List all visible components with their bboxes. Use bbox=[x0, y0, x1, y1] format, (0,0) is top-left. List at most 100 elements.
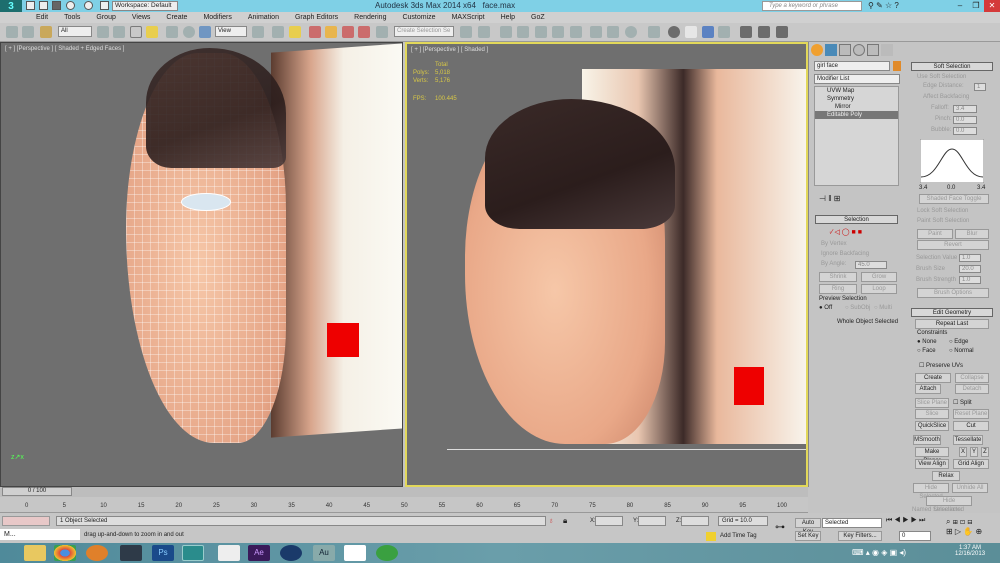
reset-plane-button[interactable]: Reset Plane bbox=[953, 409, 989, 419]
menu-edit[interactable]: Edit bbox=[28, 12, 56, 23]
detach-button[interactable]: Detach bbox=[955, 384, 989, 394]
add-time-tag[interactable]: Add Time Tag bbox=[720, 533, 757, 539]
object-color-swatch[interactable] bbox=[893, 61, 901, 71]
viewport-label[interactable]: [ + ] [Perspective ] [ Shaded + Edged Fa… bbox=[5, 46, 124, 52]
pinch-spinner[interactable]: 0.0 bbox=[953, 116, 977, 124]
search-input[interactable]: Type a keyword or phrase bbox=[762, 1, 862, 11]
rendered-frame-window-icon[interactable] bbox=[607, 26, 619, 38]
selection-rollout-header[interactable]: Selection bbox=[815, 215, 898, 224]
snaps-toggle-icon[interactable] bbox=[309, 26, 321, 38]
stack-item-symmetry[interactable]: Symmetry bbox=[815, 95, 898, 103]
ring-button[interactable]: Ring bbox=[819, 284, 857, 294]
brush-strength-spinner[interactable]: 1.0 bbox=[959, 276, 981, 284]
hide-selected-button[interactable]: Hide Selected bbox=[913, 483, 949, 500]
open-icon[interactable] bbox=[39, 1, 48, 10]
menu-graph-editors[interactable]: Graph Editors bbox=[287, 12, 346, 23]
constraint-none-radio[interactable]: ● None bbox=[917, 339, 937, 345]
paint-button[interactable]: Paint bbox=[917, 229, 953, 239]
revert-button[interactable]: Revert bbox=[917, 240, 989, 250]
object-name-input[interactable]: girl face bbox=[814, 61, 890, 71]
menu-help[interactable]: Help bbox=[493, 12, 523, 23]
by-angle-checkbox[interactable]: By Angle: bbox=[821, 261, 846, 267]
render-setup-icon[interactable] bbox=[590, 26, 602, 38]
constraint-face-radio[interactable]: ○ Face bbox=[917, 348, 936, 354]
stack-item-uvw-map[interactable]: UVW Map bbox=[815, 87, 898, 95]
angle-spinner[interactable]: 45.0 bbox=[855, 261, 887, 269]
time-slider-track[interactable]: 0 / 100 bbox=[0, 487, 808, 497]
isolate-selection-icon[interactable]: ♁ bbox=[548, 516, 554, 525]
viewport-perspective-right[interactable]: [ + ] [Perspective ] [ Shaded ] Total Po… bbox=[405, 42, 808, 487]
workspace-dropdown[interactable]: Workspace: Default bbox=[112, 1, 178, 11]
material-editor-icon[interactable] bbox=[570, 26, 582, 38]
menu-customize[interactable]: Customize bbox=[394, 12, 443, 23]
create-button[interactable]: Create bbox=[915, 373, 951, 383]
slice-plane-button[interactable]: Slice Plane bbox=[915, 398, 949, 408]
selection-lock-icon[interactable]: 🔒︎ bbox=[563, 516, 567, 526]
stack-item-mirror[interactable]: Mirror bbox=[815, 103, 898, 111]
selection-filter-dropdown[interactable]: All bbox=[58, 26, 92, 37]
brush-options-button[interactable]: Brush Options bbox=[917, 288, 989, 298]
modify-tab-icon[interactable] bbox=[825, 44, 837, 56]
unhide-all-button[interactable]: Unhide All bbox=[952, 483, 988, 493]
planar-x-button[interactable]: X bbox=[959, 447, 967, 457]
save-icon[interactable] bbox=[52, 1, 61, 10]
undo-icon[interactable] bbox=[66, 1, 75, 10]
hair-icon[interactable] bbox=[702, 26, 714, 38]
minimize-button[interactable]: – bbox=[952, 0, 968, 12]
slice-button[interactable]: Slice bbox=[915, 409, 949, 419]
select-by-name-icon[interactable] bbox=[113, 26, 125, 38]
taskbar-audition-icon[interactable]: Au bbox=[313, 545, 335, 561]
use-soft-selection-checkbox[interactable]: Use Soft Selection bbox=[917, 74, 966, 80]
edge-distance-spinner[interactable]: 1 bbox=[974, 83, 986, 91]
infocenter-icons[interactable]: ⚲ ✎ ☆ ? bbox=[868, 1, 899, 10]
relax-button[interactable]: Relax bbox=[932, 471, 960, 481]
z-coordinate-input[interactable] bbox=[681, 516, 709, 526]
redo-icon[interactable] bbox=[84, 1, 93, 10]
taskbar-zbrush-icon[interactable] bbox=[218, 545, 240, 561]
menu-animation[interactable]: Animation bbox=[240, 12, 287, 23]
preview-multi-radio[interactable]: ○ Multi bbox=[874, 305, 892, 311]
maxscript-listener[interactable] bbox=[2, 516, 50, 526]
menu-tools[interactable]: Tools bbox=[56, 12, 88, 23]
collapse-button[interactable]: Collapse bbox=[955, 373, 989, 383]
mirror-icon[interactable] bbox=[460, 26, 472, 38]
current-frame-input[interactable]: 0 bbox=[899, 531, 931, 541]
curve-editor-icon[interactable] bbox=[535, 26, 547, 38]
time-tag-icon[interactable] bbox=[706, 532, 716, 541]
selection-value-spinner[interactable]: 1.0 bbox=[959, 254, 981, 262]
set-key-button[interactable]: Set Key bbox=[795, 531, 821, 541]
render-icon-3[interactable] bbox=[776, 26, 788, 38]
link-icon[interactable] bbox=[6, 26, 18, 38]
graphite-modeling-icon[interactable] bbox=[517, 26, 529, 38]
render-icon-2[interactable] bbox=[758, 26, 770, 38]
menu-maxscript[interactable]: MAXScript bbox=[444, 12, 493, 23]
y-coordinate-input[interactable] bbox=[638, 516, 666, 526]
render-icon-1[interactable] bbox=[740, 26, 752, 38]
viewport-navigation-icons[interactable]: ⌕ ⊞ ⊡ ⊟ ⊞ ▷ ✋ ⊕ bbox=[946, 517, 996, 541]
pivot-center-icon[interactable] bbox=[252, 26, 264, 38]
taskbar-app3-icon[interactable] bbox=[344, 545, 366, 561]
align-icon[interactable] bbox=[478, 26, 490, 38]
motion-tab-icon[interactable] bbox=[853, 44, 865, 56]
taskbar-app2-icon[interactable] bbox=[280, 545, 302, 561]
constraint-edge-radio[interactable]: ○ Edge bbox=[949, 339, 968, 345]
system-tray-icons[interactable]: ⌨ ▴ ◉ ◈ ▣ ◂) bbox=[852, 548, 906, 557]
project-folder-icon[interactable] bbox=[100, 1, 109, 10]
attach-button[interactable]: Attach bbox=[915, 384, 941, 394]
cloth-icon[interactable] bbox=[685, 26, 697, 38]
edit-geometry-rollout-header[interactable]: Edit Geometry bbox=[911, 308, 993, 317]
preserve-uvs-checkbox[interactable]: ☐ Preserve UVs bbox=[919, 362, 963, 369]
lock-soft-selection-checkbox[interactable]: Lock Soft Selection bbox=[917, 208, 968, 214]
set-key-mode-key-icon[interactable]: ⊶ bbox=[775, 522, 785, 533]
taskbar-utorrent-icon[interactable] bbox=[376, 545, 398, 561]
named-selection-sets-dropdown[interactable]: Create Selection Se bbox=[394, 26, 454, 37]
constraint-normal-radio[interactable]: ○ Normal bbox=[949, 348, 974, 354]
brush-size-spinner[interactable]: 20.0 bbox=[959, 265, 981, 273]
move-icon[interactable] bbox=[166, 26, 178, 38]
material-sphere-icon[interactable] bbox=[668, 26, 680, 38]
cut-button[interactable]: Cut bbox=[953, 421, 989, 431]
edit-named-selection-icon[interactable] bbox=[376, 26, 388, 38]
taskbar-firefox-icon[interactable] bbox=[86, 545, 108, 561]
affect-backfacing-checkbox[interactable]: Affect Backfacing bbox=[923, 94, 969, 100]
display-tab-icon[interactable] bbox=[867, 44, 879, 56]
